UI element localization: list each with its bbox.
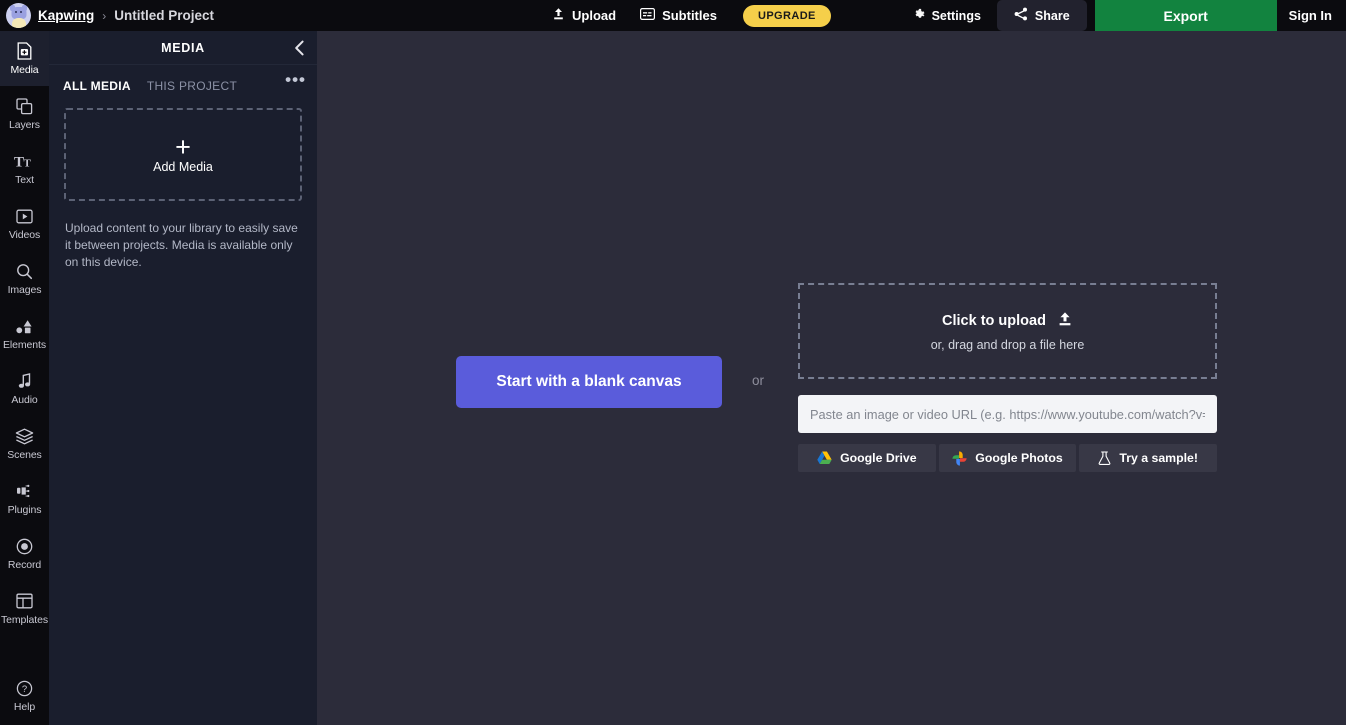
sidebar-item-images[interactable]: Images: [0, 251, 49, 306]
google-drive-label: Google Drive: [840, 451, 917, 465]
sidebar-item-media[interactable]: Media: [0, 31, 49, 86]
gear-icon: [913, 8, 926, 24]
sidebar-item-plugins[interactable]: Plugins: [0, 471, 49, 526]
flask-icon: [1098, 451, 1111, 465]
sidebar-label-scenes: Scenes: [7, 448, 42, 461]
panel-title: MEDIA: [161, 40, 205, 55]
avatar-body: [11, 18, 26, 28]
videos-icon: [16, 207, 33, 226]
google-drive-icon: [817, 451, 832, 465]
dropzone-subtitle: or, drag and drop a file here: [930, 337, 1085, 352]
provider-button-row: Google Drive Google Photos Try a sample!: [798, 444, 1218, 472]
dropzone-title-row: Click to upload: [942, 311, 1073, 331]
breadcrumb: Kapwing › Untitled Project: [0, 3, 214, 28]
breadcrumb-separator: ›: [102, 8, 107, 23]
upload-button[interactable]: Upload: [540, 3, 628, 28]
avatar-eye-right: [20, 11, 22, 13]
sidebar-item-elements[interactable]: Elements: [0, 306, 49, 361]
sign-in-button[interactable]: Sign In: [1277, 4, 1346, 27]
text-icon: T T: [14, 152, 36, 171]
ellipsis-icon[interactable]: •••: [285, 71, 306, 88]
sidebar-label-audio: Audio: [11, 393, 38, 406]
settings-label: Settings: [931, 8, 981, 23]
share-nodes-icon: [1014, 7, 1028, 24]
brand-link[interactable]: Kapwing: [38, 8, 94, 23]
google-photos-button[interactable]: Google Photos: [938, 444, 1077, 472]
main-canvas: Start with a blank canvas or Click to up…: [317, 31, 1346, 725]
svg-text:T: T: [23, 157, 31, 169]
top-bar: Kapwing › Untitled Project Upload Subtit…: [0, 0, 1346, 31]
images-icon: [16, 262, 33, 281]
sidebar-item-help[interactable]: ? Help: [0, 668, 49, 723]
upload-label: Upload: [572, 8, 617, 23]
add-media-label: Add Media: [153, 159, 213, 174]
try-a-sample-button[interactable]: Try a sample!: [1079, 444, 1218, 472]
upload-arrow-icon: [1057, 311, 1073, 331]
sidebar-item-record[interactable]: Record: [0, 526, 49, 581]
sidebar-item-videos[interactable]: Videos: [0, 196, 49, 251]
sidebar-label-elements: Elements: [3, 338, 46, 351]
left-rail: Media Layers T T Text Videos Images Elem…: [0, 31, 49, 725]
subtitles-icon: [640, 8, 656, 23]
sidebar-label-plugins: Plugins: [7, 503, 42, 516]
dropzone-title: Click to upload: [942, 312, 1046, 329]
sidebar-label-layers: Layers: [9, 118, 40, 131]
media-panel-hint: Upload content to your library to easily…: [65, 221, 298, 269]
sidebar-item-scenes[interactable]: Scenes: [0, 416, 49, 471]
avatar-eye-left: [15, 11, 17, 13]
question-circle-icon: ?: [16, 679, 33, 698]
layers-icon: [16, 97, 33, 116]
scenes-icon: [15, 427, 34, 446]
record-icon: [16, 537, 33, 556]
chevron-left-icon[interactable]: [294, 40, 305, 56]
upload-icon: [552, 7, 565, 24]
media-panel: MEDIA ALL MEDIA THIS PROJECT ••• + Add M…: [49, 31, 317, 725]
share-label: Share: [1034, 8, 1070, 23]
google-drive-button[interactable]: Google Drive: [798, 444, 936, 472]
google-photos-icon: [952, 450, 967, 466]
sidebar-label-media: Media: [10, 63, 39, 76]
google-photos-label: Google Photos: [975, 451, 1063, 465]
media-url-input[interactable]: [798, 395, 1217, 433]
top-bar-center-actions: Upload Subtitles UPGRADE: [540, 0, 831, 31]
start-blank-canvas-button[interactable]: Start with a blank canvas: [456, 356, 722, 408]
sidebar-item-templates[interactable]: Templates: [0, 581, 49, 636]
media-panel-header: MEDIA: [49, 31, 317, 65]
upload-dropzone[interactable]: Click to upload or, drag and drop a file…: [798, 283, 1217, 379]
sidebar-item-audio[interactable]: Audio: [0, 361, 49, 416]
project-name[interactable]: Untitled Project: [114, 8, 214, 23]
tab-this-project[interactable]: THIS PROJECT: [147, 79, 237, 95]
settings-button[interactable]: Settings: [903, 4, 991, 28]
svg-text:?: ?: [22, 684, 27, 695]
sidebar-label-help: Help: [13, 700, 36, 713]
svg-text:T: T: [14, 154, 24, 169]
subtitles-label: Subtitles: [662, 8, 717, 23]
export-button[interactable]: Export: [1094, 0, 1277, 31]
sidebar-label-images: Images: [7, 283, 42, 296]
sidebar-label-text: Text: [15, 173, 34, 186]
media-panel-tabs: ALL MEDIA THIS PROJECT •••: [49, 65, 317, 95]
elements-icon: [15, 317, 34, 336]
top-bar-right-actions: Settings Share Export Sign In: [903, 0, 1346, 31]
avatar[interactable]: [6, 3, 31, 28]
or-separator-label: or: [752, 373, 765, 388]
sidebar-label-record: Record: [7, 558, 42, 571]
tab-all-media[interactable]: ALL MEDIA: [63, 79, 131, 95]
add-media-dropzone[interactable]: + Add Media: [64, 108, 302, 201]
subtitles-button[interactable]: Subtitles: [628, 4, 729, 27]
sidebar-item-text[interactable]: T T Text: [0, 141, 49, 196]
sidebar-label-templates: Templates: [1, 613, 48, 626]
media-icon: [16, 42, 33, 61]
upgrade-button[interactable]: UPGRADE: [742, 4, 831, 27]
audio-icon: [18, 372, 32, 391]
templates-icon: [16, 592, 33, 611]
sidebar-item-layers[interactable]: Layers: [0, 86, 49, 141]
try-a-sample-label: Try a sample!: [1119, 451, 1198, 465]
sidebar-label-videos: Videos: [8, 228, 41, 241]
plugins-icon: [16, 482, 34, 501]
plus-icon: +: [175, 131, 191, 162]
share-button[interactable]: Share: [996, 0, 1087, 31]
